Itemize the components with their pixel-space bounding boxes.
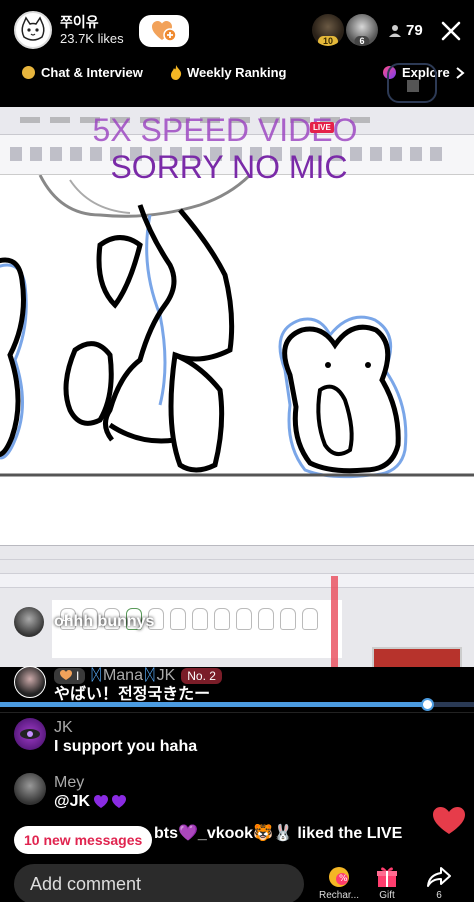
stream-overlay-subtitle: SORRY NO MIC (110, 149, 348, 185)
timeline-ruler (0, 560, 474, 574)
chat-avatar[interactable] (14, 773, 46, 805)
butterfly-icon: ᛞ (144, 667, 155, 684)
heart-icon (60, 670, 72, 680)
frame-thumb (192, 608, 208, 630)
drawing-canvas (0, 173, 474, 545)
chevron-right-icon (456, 66, 465, 79)
top-viewers[interactable]: 10 6 (312, 14, 380, 46)
floating-comment-count: 10 (60, 612, 73, 624)
progress-fill (0, 702, 427, 707)
butterfly-icon: ᛞ (91, 667, 101, 684)
frame-thumb (258, 608, 274, 630)
chat-interview-label: Chat & Interview (41, 65, 143, 80)
live-tag: LIVE (310, 122, 334, 133)
chat-message-text: I support you haha (54, 738, 198, 755)
viewer-avatar[interactable]: 6 (346, 14, 378, 46)
chat-username-suffix: JK (156, 667, 176, 684)
gift-icon (377, 867, 397, 887)
commenter-avatar (14, 607, 44, 637)
frame-thumb (280, 608, 296, 630)
svg-text:%: % (339, 874, 348, 884)
timeline-header (0, 546, 474, 560)
chat-username: Mana (102, 667, 143, 684)
heart-plus-icon (152, 21, 177, 42)
coin-icon: % (329, 867, 349, 887)
rank-badge: No. 2 (181, 667, 222, 684)
bunny-sketch-drawing (0, 173, 474, 479)
host-profile[interactable]: 쭈이유 23.7K likes (14, 11, 124, 49)
eye-icon (20, 729, 40, 739)
close-icon[interactable] (438, 18, 464, 44)
fan-level-badge: I (54, 667, 86, 684)
timeline-playhead (331, 576, 338, 667)
frame-thumb (302, 608, 318, 630)
follow-button[interactable] (139, 15, 189, 47)
gift-label: Gift (379, 890, 395, 901)
chat-message[interactable]: JK I support you haha (14, 718, 197, 757)
frame-thumb (170, 608, 186, 630)
stream-progress-bar[interactable] (0, 698, 474, 711)
viewer-count-value: 79 (406, 22, 423, 39)
host-avatar[interactable] (14, 11, 52, 49)
add-comment-input[interactable]: Add comment (14, 864, 304, 902)
chat-message-text: @JK (54, 793, 91, 810)
frame-thumb (214, 608, 230, 630)
viewer-rank-badge: 6 (354, 36, 370, 46)
stream-video[interactable]: 5X SPEED VIDEO SORRY NO MIC LIVE ohhh bu… (0, 107, 474, 667)
top-bar: 쭈이유 23.7K likes 10 6 79 (0, 0, 474, 62)
share-arrow-icon (427, 867, 451, 887)
viewer-rank-badge: 10 (317, 36, 339, 46)
share-button[interactable]: 6 (416, 864, 462, 901)
purple-hearts-icon (94, 795, 127, 808)
cat-avatar-icon (21, 16, 45, 41)
chat-coin-icon (22, 66, 35, 79)
chat-avatar[interactable] (14, 666, 46, 698)
stream-thumbnail (372, 647, 462, 667)
floating-widget[interactable] (387, 63, 437, 103)
timeline-controls (0, 574, 474, 588)
stream-overlay-title: 5X SPEED VIDEO (92, 112, 358, 148)
host-likes: 23.7K likes (60, 30, 124, 46)
widget-square-icon (407, 80, 419, 92)
stream-floating-comment: ohhh bunnys (14, 607, 154, 637)
viewer-count[interactable]: 79 (388, 22, 423, 39)
chat-divider (0, 712, 474, 713)
weekly-ranking-tab[interactable]: Weekly Ranking (170, 65, 286, 80)
chat-interview-tab[interactable]: Chat & Interview (22, 65, 143, 80)
liked-notification: bts💜_vkook🐯🐰 liked the LIVE (154, 825, 403, 842)
bottom-action-bar: Add comment % Rechar... Gift 6 (0, 860, 474, 902)
fan-level-value: I (76, 668, 80, 683)
host-name: 쭈이유 (60, 13, 99, 30)
chat-username: Mey (54, 774, 85, 791)
frame-thumb (236, 608, 252, 630)
chat-avatar[interactable] (14, 718, 46, 750)
progress-knob[interactable] (420, 698, 434, 711)
new-messages-button[interactable]: 10 new messages (14, 826, 153, 854)
chat-message[interactable]: I ᛞ Mana ᛞ JK No. 2 やばい！전정국きたー (14, 666, 222, 705)
recharge-button[interactable]: % Rechar... (316, 864, 362, 901)
chat-username: JK (54, 719, 73, 736)
viewer-avatar[interactable]: 10 (312, 14, 344, 46)
floating-like-heart-icon (433, 807, 465, 834)
chat-message[interactable]: Mey @JK (14, 773, 134, 812)
weekly-ranking-label: Weekly Ranking (187, 65, 287, 80)
share-count: 6 (436, 890, 442, 901)
flame-icon (171, 65, 182, 80)
person-icon (389, 24, 401, 37)
recharge-label: Rechar... (318, 890, 360, 901)
gift-button[interactable]: Gift (364, 864, 410, 901)
